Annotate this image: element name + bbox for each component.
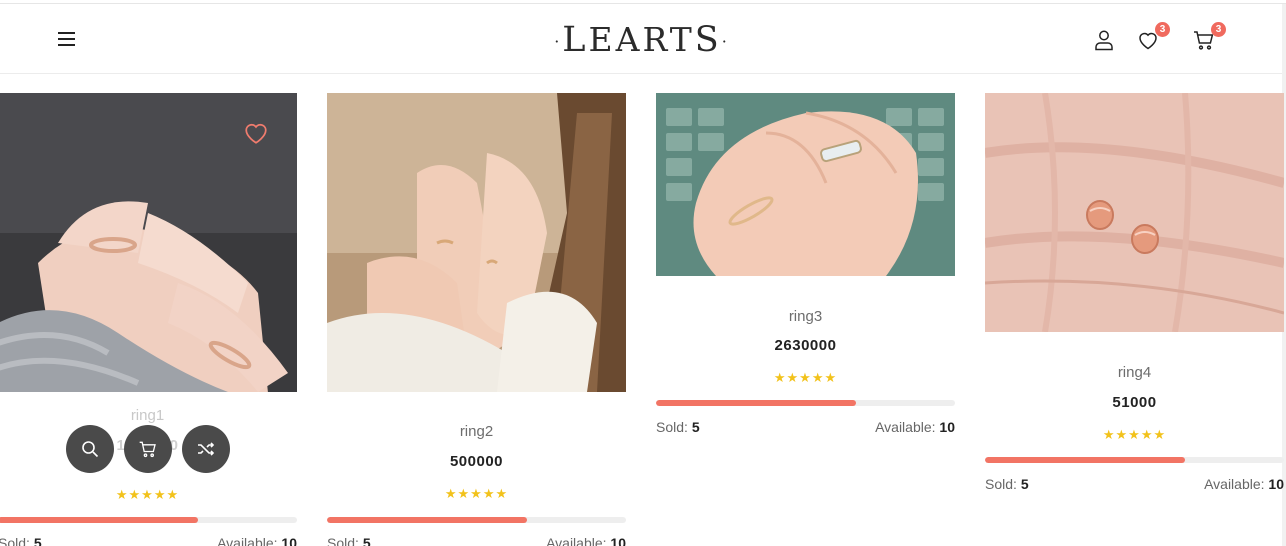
- site-logo[interactable]: ·LEARTS·: [540, 20, 744, 60]
- rating-stars: ★★★★★: [115, 487, 180, 502]
- available-count: Available: 10: [875, 419, 955, 435]
- sold-progress-bar: [0, 517, 297, 523]
- product-image[interactable]: [327, 93, 626, 392]
- sold-count: Sold: 5: [656, 419, 700, 435]
- product-price: 51000: [1112, 394, 1157, 411]
- sold-count: Sold: 5: [327, 535, 371, 546]
- quick-view-button[interactable]: [66, 425, 114, 473]
- cart-count-badge: 3: [1211, 22, 1226, 37]
- product-name[interactable]: ring2: [327, 423, 626, 440]
- add-to-cart-button[interactable]: [124, 425, 172, 473]
- sold-progress-fill: [656, 400, 857, 406]
- cart-icon: [139, 441, 156, 458]
- product-name[interactable]: ring3: [656, 308, 955, 325]
- available-count: Available: 10: [217, 535, 297, 546]
- product-image[interactable]: [985, 93, 1284, 332]
- product-name[interactable]: ring1: [0, 407, 297, 424]
- compare-button[interactable]: [182, 425, 230, 473]
- rating-stars: ★★★★★: [444, 486, 509, 501]
- available-count: Available: 10: [1204, 476, 1284, 492]
- sold-progress-fill: [0, 517, 199, 523]
- sold-progress-fill: [327, 517, 528, 523]
- sold-progress-bar: [985, 457, 1284, 463]
- wishlist-count-badge: 3: [1155, 22, 1170, 37]
- user-icon[interactable]: [1092, 28, 1118, 54]
- sold-progress-bar: [656, 400, 955, 406]
- sold-count: Sold: 5: [985, 476, 1029, 492]
- rating-stars: ★★★★★: [773, 370, 838, 385]
- product-price: 2630000: [774, 337, 837, 354]
- rating-stars: ★★★★★: [1102, 427, 1167, 442]
- search-icon: [82, 441, 99, 458]
- available-count: Available: 10: [546, 535, 626, 546]
- sold-progress-bar: [327, 517, 626, 523]
- shuffle-icon: [198, 442, 215, 456]
- menu-icon[interactable]: [57, 31, 77, 47]
- add-to-wishlist-heart-icon[interactable]: [243, 121, 269, 145]
- product-name[interactable]: ring4: [985, 364, 1284, 381]
- site-header: ·LEARTS· 3 3: [0, 4, 1282, 74]
- cart-button[interactable]: 3: [1192, 22, 1226, 54]
- product-image[interactable]: [656, 93, 955, 276]
- sold-progress-fill: [985, 457, 1186, 463]
- sold-count: Sold: 5: [0, 535, 42, 546]
- wishlist-button[interactable]: 3: [1136, 22, 1170, 54]
- product-price: 500000: [449, 453, 504, 470]
